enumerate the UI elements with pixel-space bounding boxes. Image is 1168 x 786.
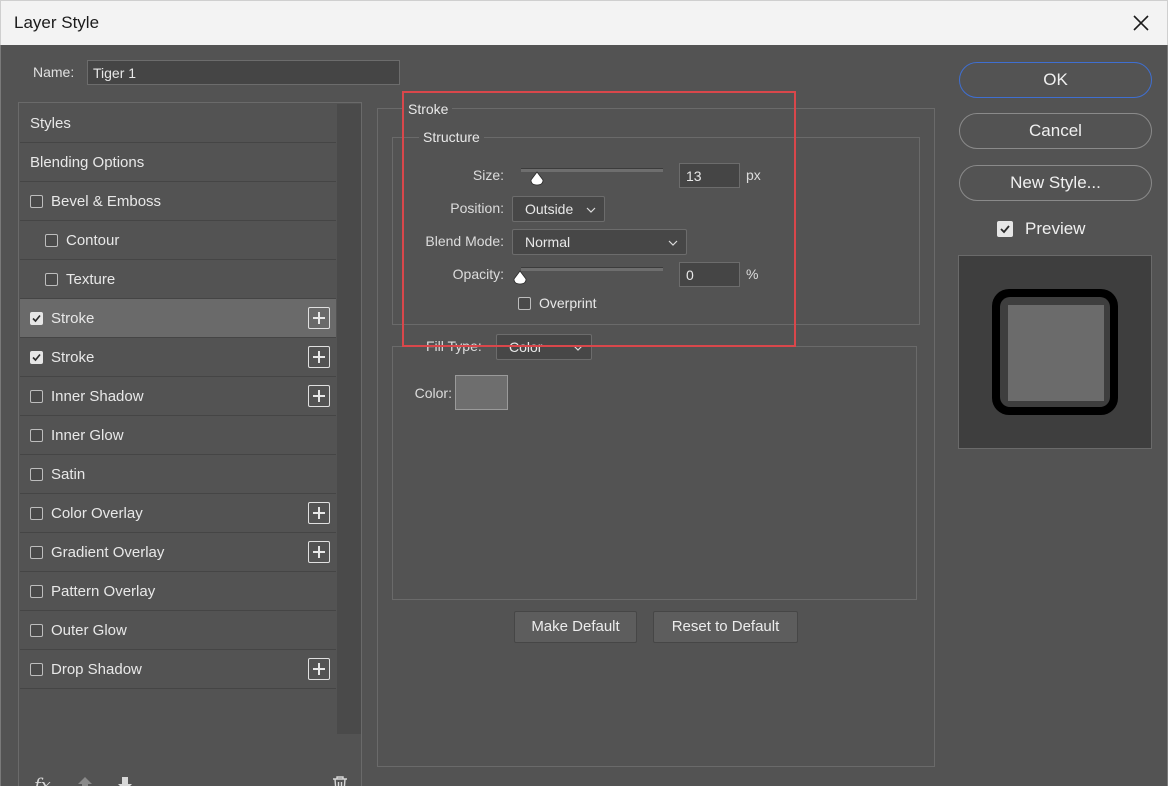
- style-checkbox[interactable]: [30, 428, 43, 442]
- add-effect-icon[interactable]: [308, 385, 330, 407]
- size-label: Size:: [472, 167, 504, 183]
- blend-mode-select[interactable]: Normal: [512, 229, 687, 255]
- chevron-down-icon: [668, 235, 678, 251]
- style-checkbox[interactable]: [45, 233, 58, 247]
- styles-footer: fx: [20, 735, 362, 786]
- fill-type-select[interactable]: Color: [496, 334, 592, 360]
- overprint-label: Overprint: [539, 295, 597, 311]
- make-default-button[interactable]: Make Default: [514, 611, 637, 643]
- style-list-label: Stroke: [51, 348, 95, 366]
- style-list-label: Stroke: [51, 309, 95, 327]
- stroke-section-title: Stroke: [404, 101, 453, 117]
- add-effect-icon[interactable]: [308, 658, 330, 680]
- style-list-item[interactable]: Satin: [20, 455, 336, 494]
- chevron-down-icon: [586, 202, 596, 218]
- style-list-item[interactable]: Drop Shadow: [20, 650, 336, 689]
- add-effect-icon[interactable]: [308, 502, 330, 524]
- opacity-input[interactable]: [679, 262, 740, 287]
- style-list-item[interactable]: Inner Glow: [20, 416, 336, 455]
- style-checkbox[interactable]: [30, 623, 43, 637]
- style-list-item[interactable]: Texture: [20, 260, 336, 299]
- color-label: Color:: [414, 385, 452, 401]
- style-list-item[interactable]: Outer Glow: [20, 611, 336, 650]
- cancel-button[interactable]: Cancel: [959, 113, 1152, 149]
- style-list-label: Drop Shadow: [51, 660, 142, 678]
- preview-label: Preview: [1025, 219, 1086, 238]
- style-list-label: Outer Glow: [51, 621, 127, 639]
- style-list-label: Texture: [66, 270, 116, 288]
- styles-panel: Styles Blending Options Bevel & Emboss Cont…: [18, 102, 362, 786]
- size-unit: px: [746, 167, 761, 183]
- style-list-label: Satin: [51, 465, 86, 483]
- style-checkbox[interactable]: [30, 545, 43, 559]
- color-swatch[interactable]: [455, 375, 508, 410]
- blend-mode-value: Normal: [525, 234, 571, 250]
- preview-checkbox[interactable]: [997, 221, 1013, 237]
- opacity-label: Opacity:: [452, 266, 504, 282]
- style-checkbox[interactable]: [30, 506, 43, 520]
- style-list-item[interactable]: Stroke: [20, 338, 336, 377]
- ok-button[interactable]: OK: [959, 62, 1152, 98]
- styles-scrollbar[interactable]: [337, 104, 361, 734]
- style-checkbox[interactable]: [30, 311, 43, 325]
- add-effect-icon[interactable]: [308, 307, 330, 329]
- style-list-label: Bevel & Emboss: [51, 192, 162, 210]
- style-checkbox[interactable]: [30, 350, 43, 364]
- style-checkbox[interactable]: [30, 194, 43, 208]
- name-label: Name:: [33, 64, 75, 80]
- add-effect-icon[interactable]: [308, 346, 330, 368]
- reset-to-default-button[interactable]: Reset to Default: [653, 611, 798, 643]
- style-list-item[interactable]: Contour: [20, 221, 336, 260]
- new-style-button[interactable]: New Style...: [959, 165, 1152, 201]
- style-list-label: Inner Glow: [51, 426, 124, 444]
- layer-style-window: Layer Style Name: Styles Blending Options…: [0, 0, 1168, 786]
- position-value: Outside: [525, 201, 574, 217]
- preview-thumbnail: [958, 255, 1152, 449]
- title-bar: Layer Style: [0, 0, 1168, 45]
- style-checkbox[interactable]: [45, 272, 58, 286]
- position-select[interactable]: Outside: [512, 196, 605, 222]
- style-checkbox[interactable]: [30, 662, 43, 676]
- size-input[interactable]: [679, 163, 740, 188]
- style-list-label: Inner Shadow: [51, 387, 144, 405]
- fill-type-label: Fill Type:: [424, 338, 484, 354]
- overprint-checkbox[interactable]: [518, 297, 531, 310]
- position-label: Position:: [450, 200, 504, 216]
- structure-title: Structure: [419, 129, 484, 145]
- style-list-item[interactable]: Gradient Overlay: [20, 533, 336, 572]
- style-list-label: Styles: [30, 114, 71, 132]
- style-list-label: Color Overlay: [51, 504, 143, 522]
- arrow-down-icon[interactable]: [116, 775, 134, 786]
- preview-image: [992, 289, 1118, 415]
- dialog-body: Name: Styles Blending Options Bevel & Embo…: [0, 45, 1168, 786]
- style-list-label: Contour: [66, 231, 120, 249]
- fx-icon[interactable]: fx: [34, 775, 51, 786]
- style-list-item[interactable]: Bevel & Emboss: [20, 182, 336, 221]
- style-list-item[interactable]: Styles: [20, 104, 336, 143]
- window-title: Layer Style: [14, 13, 100, 32]
- style-checkbox[interactable]: [30, 467, 43, 481]
- style-list-label: Blending Options: [30, 153, 145, 171]
- stroke-panel: Stroke Structure Size: px Position: Outs…: [377, 101, 935, 767]
- style-checkbox[interactable]: [30, 389, 43, 403]
- name-input[interactable]: [87, 60, 400, 85]
- chevron-down-icon: [573, 340, 583, 356]
- trash-icon[interactable]: [332, 775, 348, 786]
- styles-list: Styles Blending Options Bevel & Emboss Cont…: [20, 104, 336, 734]
- opacity-unit: %: [746, 266, 759, 282]
- blend-mode-label: Blend Mode:: [425, 233, 504, 249]
- arrow-up-icon[interactable]: [76, 775, 94, 786]
- style-list-item[interactable]: Inner Shadow: [20, 377, 336, 416]
- style-list-item[interactable]: Pattern Overlay: [20, 572, 336, 611]
- style-list-item[interactable]: Color Overlay: [20, 494, 336, 533]
- close-icon[interactable]: [1129, 11, 1153, 35]
- style-list-item[interactable]: Stroke: [20, 299, 336, 338]
- fill-type-value: Color: [509, 339, 543, 355]
- style-list-label: Gradient Overlay: [51, 543, 165, 561]
- style-checkbox[interactable]: [30, 584, 43, 598]
- style-list-label: Pattern Overlay: [51, 582, 156, 600]
- add-effect-icon[interactable]: [308, 541, 330, 563]
- style-list-item[interactable]: Blending Options: [20, 143, 336, 182]
- opacity-slider-track[interactable]: [521, 267, 663, 271]
